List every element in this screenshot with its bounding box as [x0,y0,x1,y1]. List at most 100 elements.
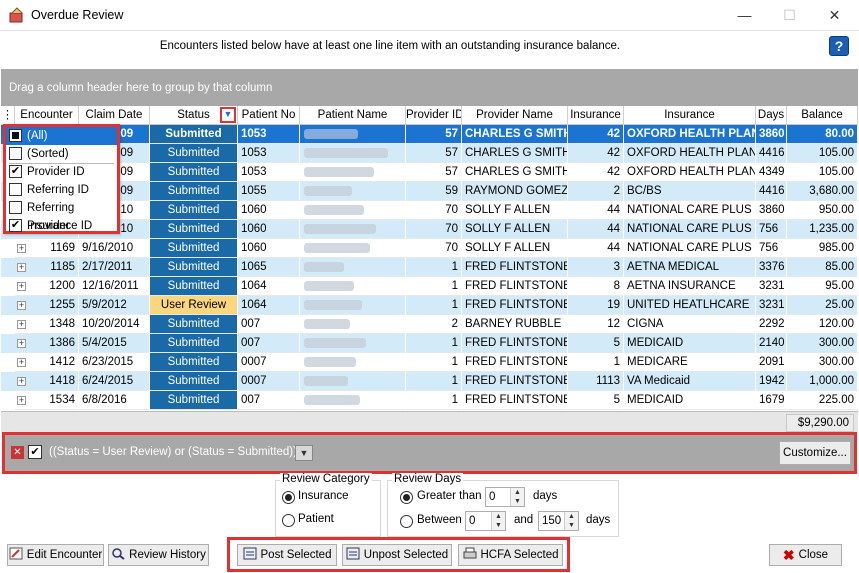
table-row[interactable]: +11692/19/2009Submitted105357CHARLES G S… [1,163,858,182]
insurance-id-cell: 5 [568,391,624,410]
table-row[interactable]: +1412 6/23/2015 Submitted 0007 1 FRED FLINTST… [1,353,858,372]
between-from-input[interactable]: 0 ▲ ▼ [465,511,506,531]
days-cell: 3376 [756,258,787,277]
table-row[interactable]: +11699/16/2010Submitted106070SOLLY F ALL… [1,239,858,258]
between-radio[interactable] [400,515,413,528]
table-row[interactable]: +1534 6/8/2016 Submitted 007 1 FRED FLINTSTON… [1,391,858,410]
unpost-selected-button[interactable]: Unpost Selected [342,544,452,566]
greater-than-radio[interactable] [400,491,413,504]
customize-filter-button[interactable]: Customize... [779,441,851,465]
edit-encounter-button[interactable]: Edit Encounter [7,544,104,566]
filter-history-dropdown[interactable]: ▼ [295,445,313,461]
and-label: and [514,514,534,526]
column-header-days[interactable]: Days [756,106,787,125]
filter-option-checkbox[interactable] [9,129,22,142]
insurance-id-cell: 8 [568,277,624,296]
status-cell: Submitted [150,125,238,144]
history-icon [111,547,125,567]
balance-cell: 105.00 [787,163,858,182]
minimize-button[interactable]: — [722,0,767,31]
insurance-id-cell: 12 [568,315,624,334]
filter-option[interactable]: ✔ Provider ID [6,163,117,181]
provider-id-cell: 57 [406,144,462,163]
filter-option[interactable]: ✔ Insurance ID [6,217,117,235]
days-cell: 3860 [756,201,787,220]
greater-than-label[interactable]: Greater than [417,490,482,502]
table-row[interactable]: +11699/16/2010Submitted106070SOLLY F ALL… [1,201,858,220]
table-row[interactable]: +1418 6/24/2015 Submitted 0007 1 FRED FLINTST… [1,372,858,391]
redacted-patient-name [304,148,388,158]
table-row[interactable]: +1200 12/16/2011 Submitted 1064 1 FRED FLINTS… [1,277,858,296]
insurance-radio-label[interactable]: Insurance [298,490,349,502]
filter-enabled-checkbox[interactable]: ✔ [28,445,42,459]
claim-date-cell: 6/8/2016 [79,391,150,410]
status-cell: Submitted [150,372,238,391]
column-header-provider-name[interactable]: Provider Name [462,106,568,125]
table-row[interactable]: +11699/16/2010Submitted106070SOLLY F ALL… [1,220,858,239]
filter-option-checkbox[interactable] [9,147,22,160]
between-to-input[interactable]: 150 ▲ ▼ [538,511,579,531]
claim-date-cell: 5/9/2012 [79,296,150,315]
status-cell: Submitted [150,163,238,182]
filter-option[interactable]: (All) [6,127,117,145]
close-window-button[interactable]: ✕ [812,0,857,31]
filter-option-checkbox[interactable] [9,201,22,214]
filter-option[interactable]: Referring ID [6,181,117,199]
provider-name-cell: RAYMOND GOMEZ [462,182,568,201]
encounter-cell: 1348 [15,315,79,334]
provider-name-cell: CHARLES G SMITH [462,125,568,144]
filter-option-checkbox[interactable]: ✔ [9,165,22,178]
table-row[interactable]: +11692/19/2009Submitted105559RAYMOND GOM… [1,182,858,201]
filter-option-checkbox[interactable]: ✔ [9,219,22,232]
balance-cell: 985.00 [787,239,858,258]
clear-filter-icon[interactable]: ✕ [11,446,24,459]
provider-name-cell: CHARLES G SMITH [462,144,568,163]
table-row[interactable]: +11692/19/2009Submitted105357CHARLES G S… [1,125,858,144]
patient-name-cell [300,334,406,353]
help-button[interactable]: ? [829,36,849,56]
column-header-insurance[interactable]: Insurance [624,106,756,125]
between-to-value: 150 [542,515,562,527]
between-to-spinner[interactable]: ▲ ▼ [564,512,578,530]
insurance-radio[interactable] [282,491,295,504]
status-cell: Submitted [150,277,238,296]
filter-option[interactable]: Referring Provider [6,199,117,232]
post-selected-button[interactable]: Post Selected [237,544,337,566]
between-label[interactable]: Between [417,514,462,526]
table-row[interactable]: +1185 2/17/2011 Submitted 1065 1 FRED FLINTST… [1,258,858,277]
column-header-patient-no[interactable]: Patient No [238,106,300,125]
column-filter-dropdown[interactable]: (All) (Sorted) ✔ Provider ID Referring ID Ref… [3,124,120,234]
column-header-provider-id[interactable]: Provider ID [406,106,462,125]
filter-option-label: (Sorted) [27,148,69,160]
close-button[interactable]: ✖ Close [769,544,842,566]
column-chooser-icon[interactable]: ⋮ [1,106,15,125]
insurance-cell: NATIONAL CARE PLUS [624,201,756,220]
hcfa-selected-button[interactable]: HCFA Selected [458,544,563,566]
table-row[interactable]: +1255 5/9/2012 User Review 1064 1 FRED FLINTS… [1,296,858,315]
greater-than-spinner[interactable]: ▲ ▼ [510,488,524,506]
column-header-claim-date[interactable]: Claim Date [79,106,150,125]
group-by-panel[interactable]: Drag a column header here to group by th… [1,69,858,106]
review-history-button[interactable]: Review History [108,544,209,566]
between-from-spinner[interactable]: ▲ ▼ [491,512,505,530]
filter-option-checkbox[interactable] [9,183,22,196]
status-filter-icon[interactable]: ▼ [220,107,236,123]
column-header-insurance-id[interactable]: Insurance [568,106,624,125]
insurance-id-cell: 1113 [568,372,624,391]
app-icon [9,7,23,23]
patient-radio-label[interactable]: Patient [298,513,334,525]
column-header-patient-name[interactable]: Patient Name [300,106,406,125]
table-row[interactable]: +11692/19/2009Submitted105357CHARLES G S… [1,144,858,163]
filter-option[interactable]: (Sorted) [6,145,117,164]
greater-than-days-input[interactable]: 0 ▲ ▼ [485,487,525,507]
table-row[interactable]: +1386 5/4/2015 Submitted 007 1 FRED FLINTSTON… [1,334,858,353]
claim-date-cell: 2/17/2011 [79,258,150,277]
column-header-balance[interactable]: Balance [787,106,858,125]
column-header-encounter[interactable]: Encounter [15,106,79,125]
maximize-button[interactable]: ☐ [767,0,812,31]
table-row[interactable]: +1348 10/20/2014 Submitted 007 2 BARNEY RUBBL… [1,315,858,334]
days-cell: 4416 [756,182,787,201]
balance-cell: 85.00 [787,258,858,277]
claim-date-cell: 9/16/2010 [79,239,150,258]
patient-radio[interactable] [282,514,295,527]
